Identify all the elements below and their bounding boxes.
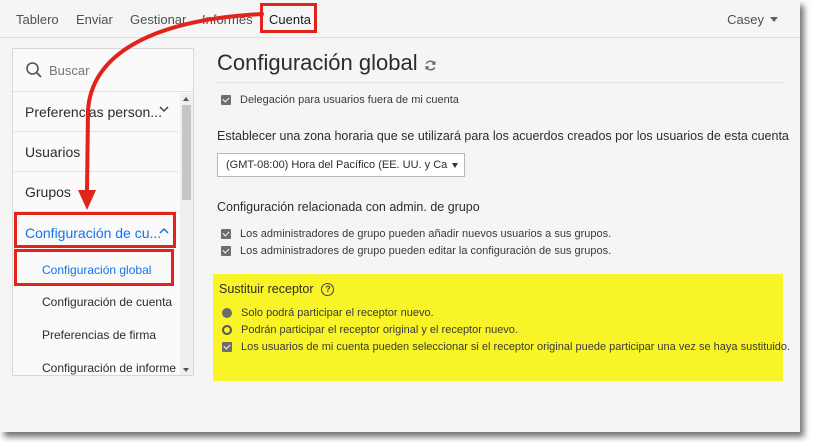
radio-selected-icon[interactable] xyxy=(222,308,232,318)
dropdown-arrow-icon xyxy=(452,163,458,168)
timezone-value: (GMT-08:00) Hora del Pacífico (EE. UU. y… xyxy=(226,159,448,171)
divider xyxy=(217,82,785,83)
sidebar-scrollbar[interactable] xyxy=(180,93,193,375)
nav-tablero[interactable]: Tablero xyxy=(16,12,59,27)
chevron-down-icon xyxy=(159,106,169,113)
scroll-up-icon[interactable] xyxy=(183,97,189,101)
replace-option-user-choice[interactable]: Los usuarios de mi cuenta pueden selecci… xyxy=(222,341,790,353)
nav-gestionar[interactable]: Gestionar xyxy=(130,12,186,27)
nav-enviar[interactable]: Enviar xyxy=(76,12,113,27)
sidebar-item-grupos[interactable]: Grupos xyxy=(13,172,179,212)
checkbox-checked-icon[interactable] xyxy=(221,246,231,256)
replace-option-label: Los usuarios de mi cuenta pueden selecci… xyxy=(241,341,791,353)
page-title: Configuración global xyxy=(217,50,418,75)
replace-recipient-heading: Sustituir receptor ? xyxy=(219,282,335,296)
user-menu[interactable]: Casey xyxy=(727,12,778,27)
chevron-down-icon xyxy=(770,17,778,22)
group-admin-option-edit[interactable]: Los administradores de grupo pueden edit… xyxy=(221,245,611,257)
group-admin-add-label: Los administradores de grupo pueden añad… xyxy=(240,228,612,240)
nav-cuenta-highlight-box xyxy=(260,3,317,33)
scroll-down-icon[interactable] xyxy=(183,368,189,372)
refresh-icon[interactable] xyxy=(424,59,437,72)
sidebar-item-label: Usuarios xyxy=(25,143,81,160)
sub-item-preferencias-firma[interactable]: Preferencias de firma xyxy=(13,319,179,351)
app-window: Tablero Enviar Gestionar Informes Cuenta… xyxy=(0,0,800,432)
checkbox-checked-icon[interactable] xyxy=(221,95,231,105)
replace-option-label: Podrán participar el receptor original y… xyxy=(241,324,518,336)
checkbox-checked-icon[interactable] xyxy=(222,342,232,352)
main-content: Configuración global Delegación para usu… xyxy=(205,38,800,432)
top-nav: Tablero Enviar Gestionar Informes Cuenta… xyxy=(0,0,800,38)
sidebar-item-label: Grupos xyxy=(25,183,71,200)
sidebar-item-preferencias[interactable]: Preferencias person... xyxy=(13,92,179,132)
search-icon xyxy=(26,62,42,78)
group-admin-edit-label: Los administradores de grupo pueden edit… xyxy=(240,245,612,257)
sub-item-configuracion-informe[interactable]: Configuración de informe xyxy=(13,352,179,375)
radio-unselected-icon[interactable] xyxy=(222,325,232,335)
sidebar-global-highlight-box xyxy=(14,249,174,286)
delegation-option[interactable]: Delegación para usuarios fuera de mi cue… xyxy=(221,94,459,106)
replace-option-new-only[interactable]: Solo podrá participar el receptor nuevo. xyxy=(222,307,434,319)
sidebar-item-label: Preferencias person... xyxy=(25,103,162,120)
group-admin-heading: Configuración relacionada con admin. de … xyxy=(217,200,480,214)
title-row: Configuración global xyxy=(217,50,437,76)
sub-item-configuracion-cuenta[interactable]: Configuración de cuenta xyxy=(13,286,179,318)
help-icon[interactable]: ? xyxy=(321,282,335,296)
replace-recipient-title: Sustituir receptor xyxy=(219,282,314,296)
delegation-label: Delegación para usuarios fuera de mi cue… xyxy=(240,94,459,106)
user-name: Casey xyxy=(727,12,764,27)
group-admin-option-add[interactable]: Los administradores de grupo pueden añad… xyxy=(221,228,611,240)
checkbox-checked-icon[interactable] xyxy=(221,229,231,239)
sidebar-config-highlight-box xyxy=(14,212,176,248)
sidebar-item-usuarios[interactable]: Usuarios xyxy=(13,132,179,172)
scroll-thumb[interactable] xyxy=(182,105,191,200)
nav-informes[interactable]: Informes xyxy=(202,12,253,27)
replace-option-both[interactable]: Podrán participar el receptor original y… xyxy=(222,324,518,336)
search-input[interactable] xyxy=(49,62,169,78)
search-box[interactable] xyxy=(13,49,193,92)
timezone-select[interactable]: (GMT-08:00) Hora del Pacífico (EE. UU. y… xyxy=(217,153,465,177)
replace-recipient-panel: Sustituir receptor ? Solo podrá particip… xyxy=(213,274,790,381)
timezone-heading: Establecer una zona horaria que se utili… xyxy=(217,129,789,143)
replace-option-label: Solo podrá participar el receptor nuevo. xyxy=(241,307,434,319)
